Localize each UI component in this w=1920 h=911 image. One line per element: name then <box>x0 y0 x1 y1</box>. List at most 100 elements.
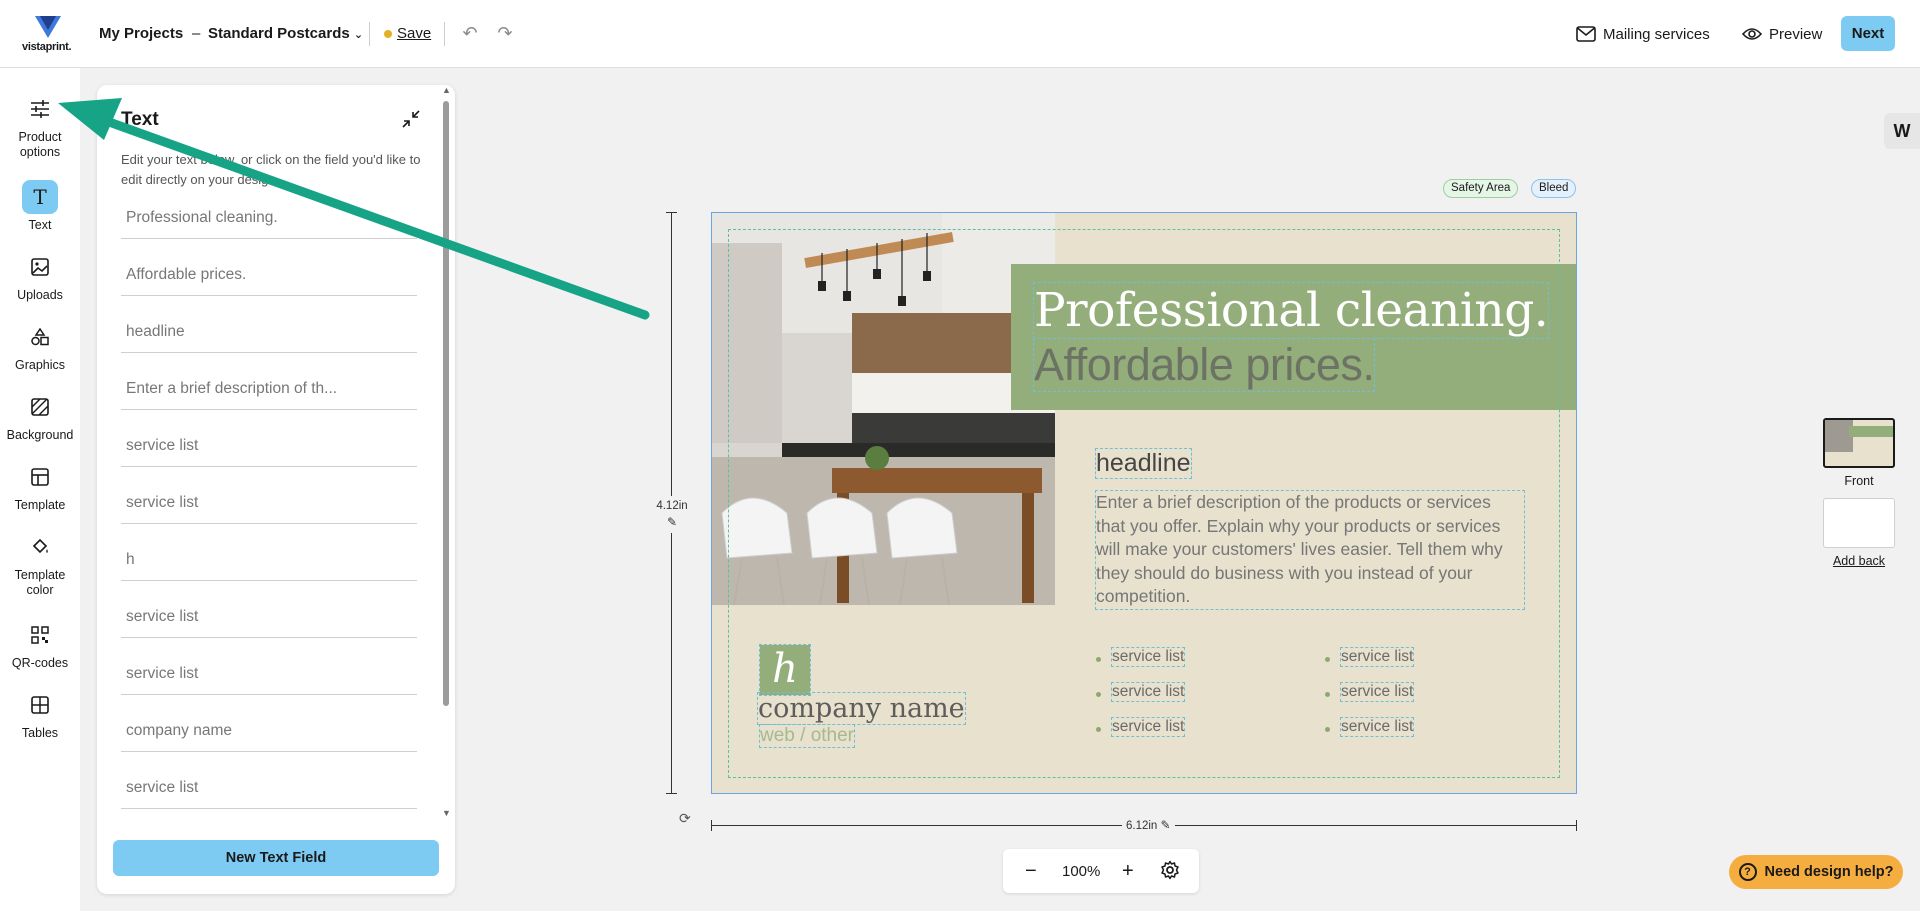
edit-size-icon[interactable]: ✎ <box>1161 818 1171 832</box>
rail-label: Uploads <box>17 288 63 302</box>
safety-area-badge[interactable]: Safety Area <box>1443 179 1519 198</box>
bullet-icon <box>1325 692 1330 697</box>
scroll-up-icon[interactable]: ▲ <box>442 85 451 95</box>
add-back-link[interactable]: Add back <box>1813 554 1905 568</box>
breadcrumb-my-projects[interactable]: My Projects <box>99 25 183 42</box>
bullet-icon <box>1096 727 1101 732</box>
company-name-text[interactable]: company name <box>757 692 966 725</box>
headline-text[interactable]: headline <box>1095 448 1192 479</box>
width-label: 6.12in <box>1126 820 1158 832</box>
rail-item-qr-codes[interactable]: QR-codes <box>0 618 80 671</box>
zoom-level[interactable]: 100% <box>1062 863 1100 880</box>
rail-item-uploads[interactable]: Uploads <box>0 250 80 303</box>
rail-item-template[interactable]: Template <box>0 460 80 513</box>
text-field-input[interactable]: service list <box>121 655 417 695</box>
title-line-1-text[interactable]: Professional cleaning. <box>1032 282 1550 339</box>
widget-w-icon[interactable]: W <box>1884 113 1920 149</box>
bullet-icon <box>1096 657 1101 662</box>
text-field-input[interactable]: service list <box>121 484 417 524</box>
undo-icon[interactable]: ↶ <box>459 22 481 44</box>
next-button[interactable]: Next <box>1841 16 1895 51</box>
text-field-input[interactable]: service list <box>121 769 417 809</box>
rail-item-text[interactable]: T Text <box>0 180 80 233</box>
edit-size-icon[interactable]: ✎ <box>667 515 677 529</box>
product-name: Standard Postcards <box>208 25 350 42</box>
height-dimension[interactable]: 4.12in ✎ <box>655 496 689 533</box>
mailing-services-button[interactable]: Mailing services <box>1576 22 1710 46</box>
vistaprint-logo[interactable]: vistaprint. <box>22 16 72 56</box>
service-list-item[interactable]: service list <box>1339 682 1415 702</box>
text-field-input[interactable]: headline <box>121 313 417 353</box>
rail-item-background[interactable]: Background <box>0 390 80 443</box>
rail-item-product-options[interactable]: Product options <box>0 92 80 160</box>
service-list-item[interactable]: service list <box>1110 647 1186 667</box>
unsaved-indicator-icon <box>384 30 392 38</box>
bullet-icon <box>1096 692 1101 697</box>
text-icon: T <box>22 180 58 214</box>
web-other-text[interactable]: web / other <box>759 724 855 748</box>
width-dimension[interactable]: 6.12in ✎ <box>1122 816 1175 835</box>
kitchen-photo[interactable] <box>712 213 1055 605</box>
postcard-design-canvas[interactable]: Professional cleaning. Affordable prices… <box>711 212 1577 794</box>
panel-description: Edit your text below, or click on the fi… <box>121 152 421 187</box>
qr-icon <box>22 618 58 652</box>
text-field-input[interactable]: Professional cleaning. <box>121 199 417 239</box>
new-text-field-button[interactable]: New Text Field <box>113 840 439 876</box>
text-field-input[interactable]: service list <box>121 427 417 467</box>
text-field-input[interactable]: company name <box>121 712 417 752</box>
zoom-controls: − 100% + <box>1003 849 1199 893</box>
shapes-icon <box>22 320 58 354</box>
rail-label: QR-codes <box>11 656 69 670</box>
sliders-icon <box>22 92 58 126</box>
need-design-help-button[interactable]: ? Need design help? <box>1729 855 1903 889</box>
rail-label: Graphics <box>14 358 66 372</box>
text-field-input[interactable]: Affordable prices. <box>121 256 417 296</box>
save-button[interactable]: Save <box>397 25 431 42</box>
settings-gear-icon[interactable] <box>1160 860 1180 886</box>
text-field-input[interactable]: service list <box>121 598 417 638</box>
rail-label: Template <box>14 498 66 512</box>
company-logo-mark[interactable]: h <box>759 644 811 696</box>
mailing-services-label: Mailing services <box>1603 25 1710 43</box>
zoom-out-icon[interactable]: − <box>1025 859 1037 883</box>
table-icon <box>22 688 58 722</box>
bleed-badge[interactable]: Bleed <box>1531 179 1577 198</box>
rail-item-tables[interactable]: Tables <box>0 688 80 741</box>
top-bar: vistaprint. My Projects – Standard Postc… <box>0 0 1920 68</box>
preview-label: Preview <box>1769 25 1823 43</box>
eye-icon <box>1742 28 1762 40</box>
redo-icon[interactable]: ↷ <box>494 22 516 44</box>
service-list-item[interactable]: service list <box>1339 717 1415 737</box>
left-tool-rail: Product options T Text Uploads Graphics … <box>0 68 80 911</box>
rail-item-graphics[interactable]: Graphics <box>0 320 80 373</box>
service-list-item[interactable]: service list <box>1110 717 1186 737</box>
image-icon <box>22 250 58 284</box>
panel-title: Text <box>121 109 159 130</box>
text-field-input[interactable]: Enter a brief description of th... <box>121 370 417 410</box>
rail-item-template-color[interactable]: Template color <box>0 530 80 598</box>
bullet-icon <box>1325 727 1330 732</box>
service-list-item[interactable]: service list <box>1110 682 1186 702</box>
rail-label: Text <box>28 218 52 232</box>
product-name-dropdown[interactable]: Standard Postcards ⌄ <box>208 25 363 42</box>
logo-text: vistaprint. <box>22 41 72 53</box>
zoom-in-icon[interactable]: + <box>1122 859 1134 883</box>
rail-label: Tables <box>21 726 59 740</box>
front-side-thumbnail[interactable] <box>1823 418 1895 468</box>
panel-scrollbar[interactable] <box>443 101 449 706</box>
title-line-2-text[interactable]: Affordable prices. <box>1032 338 1376 392</box>
service-list-item[interactable]: service list <box>1339 647 1415 667</box>
chevron-down-icon: ⌄ <box>353 29 364 41</box>
question-icon: ? <box>1738 863 1757 881</box>
scroll-down-icon[interactable]: ▼ <box>442 808 451 818</box>
hatch-icon <box>22 390 58 424</box>
collapse-panel-icon[interactable] <box>402 110 420 133</box>
template-icon <box>22 460 58 494</box>
rotate-icon[interactable]: ⟳ <box>679 810 691 827</box>
preview-button[interactable]: Preview <box>1742 22 1822 46</box>
text-field-input[interactable]: h <box>121 541 417 581</box>
description-text[interactable]: Enter a brief description of the product… <box>1095 490 1525 610</box>
help-label: Need design help? <box>1764 864 1894 880</box>
text-panel: Text Edit your text below, or click on t… <box>97 85 455 894</box>
back-side-thumbnail[interactable] <box>1823 498 1895 548</box>
